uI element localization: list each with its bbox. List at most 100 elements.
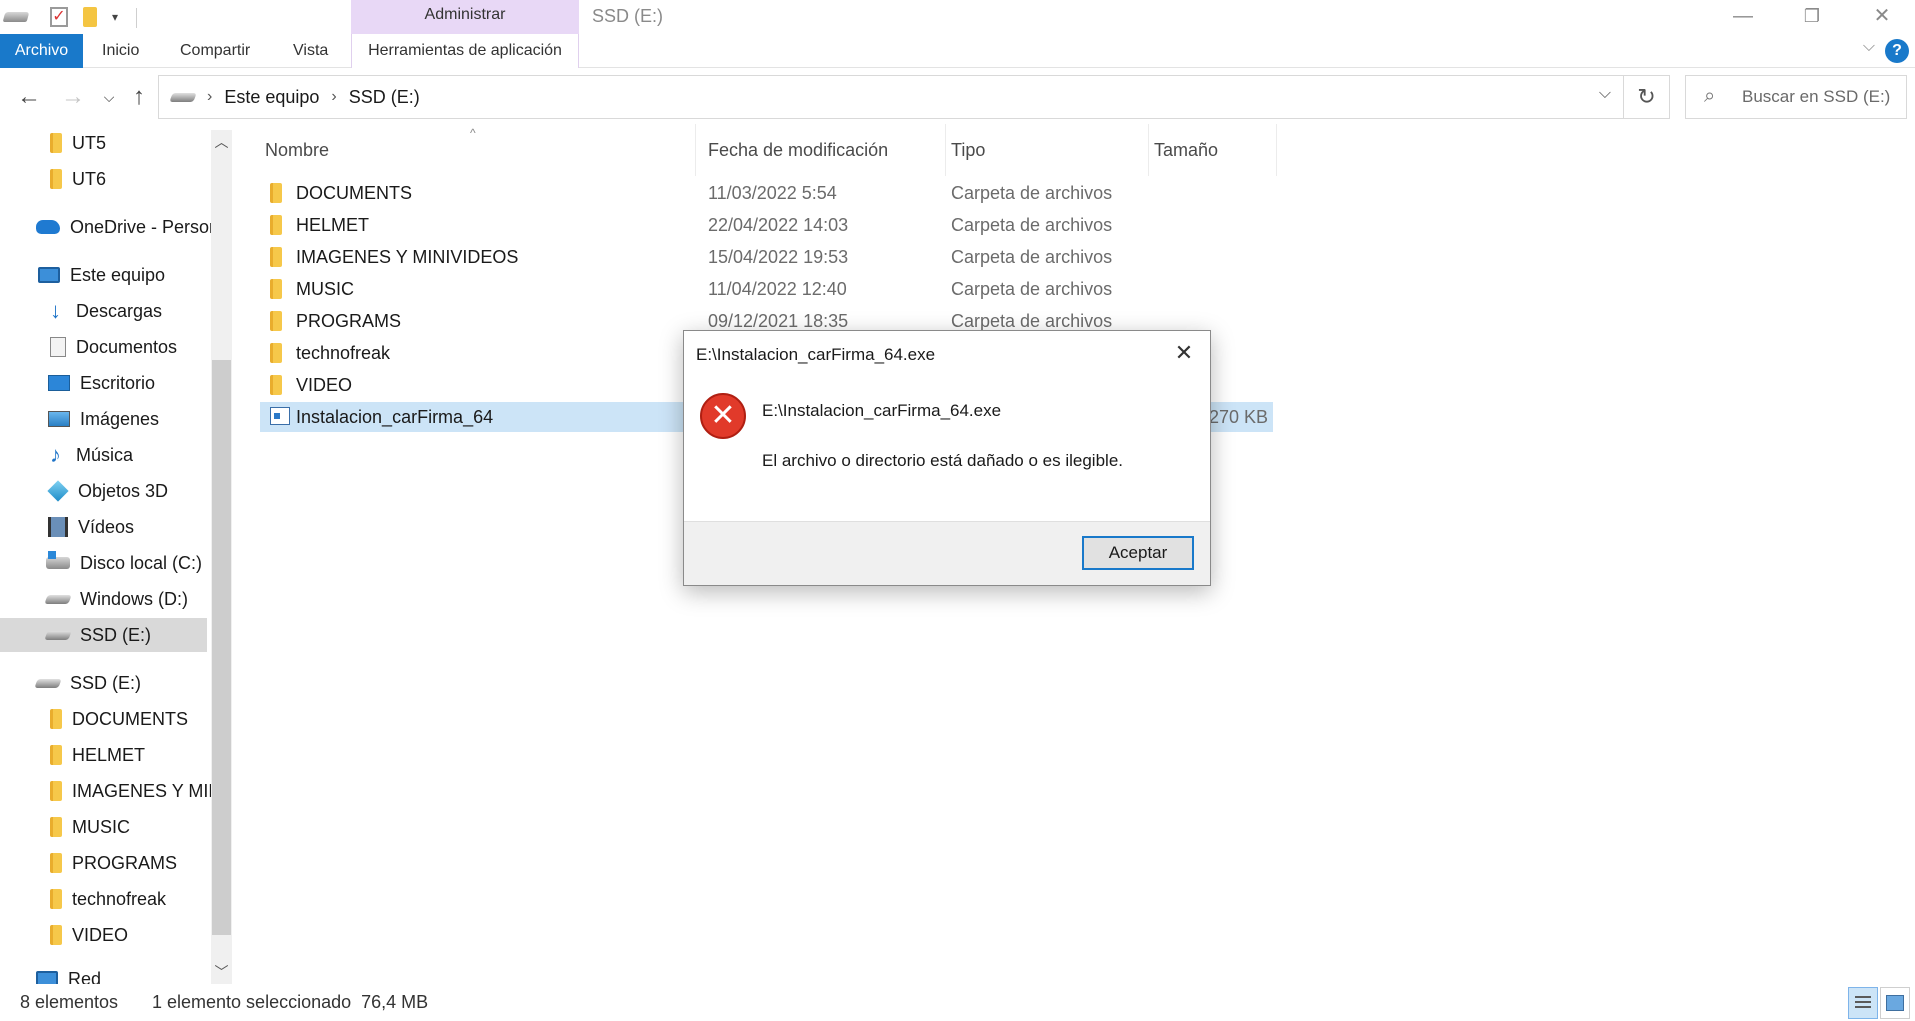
minimize-icon[interactable]: — (1715, 2, 1771, 32)
nav-item-imagenes[interactable]: Imágenes (48, 402, 159, 436)
close-icon[interactable]: ✕ (1166, 337, 1202, 369)
nav-item-objetos-3d[interactable]: Objetos 3D (47, 474, 168, 508)
file-row[interactable]: MUSIC 11/04/2022 12:40 Carpeta de archiv… (260, 274, 1273, 304)
scroll-down-icon[interactable]: ﹀ (211, 962, 232, 982)
customize-quick-access-icon[interactable]: ▾ (108, 6, 122, 28)
address-history-chevron-icon[interactable]: ⌵ (1599, 85, 1611, 103)
properties-icon[interactable]: ✓ (48, 6, 70, 28)
up-arrow-icon[interactable]: ↑ (124, 82, 154, 112)
nav-item-label: Descargas (76, 300, 163, 321)
new-folder-icon[interactable] (82, 6, 98, 28)
nav-item-ssd-e-root[interactable]: SSD (E:) (34, 666, 141, 700)
recent-locations-chevron-icon[interactable]: ⌵ (94, 82, 124, 112)
folder-icon (270, 375, 282, 395)
folder-icon (270, 343, 282, 363)
column-header-fecha[interactable]: Fecha de modificación (703, 124, 946, 176)
nav-item-documents[interactable]: DOCUMENTS (50, 702, 188, 736)
forward-arrow-icon[interactable]: → (58, 82, 88, 112)
nav-item-documentos[interactable]: Documentos (50, 330, 177, 364)
search-input[interactable] (1742, 84, 1902, 110)
error-dialog: E:\Instalacion_carFirma_64.exe ✕ ✕ E:\In… (683, 330, 1211, 586)
quick-access-divider (136, 8, 137, 28)
nav-item-videos[interactable]: Vídeos (48, 510, 134, 544)
accept-button[interactable]: Aceptar (1082, 536, 1194, 570)
close-icon[interactable]: ✕ (1854, 2, 1910, 32)
drive-icon[interactable] (2, 6, 30, 28)
folder-icon (50, 925, 62, 945)
column-header-tamano[interactable]: Tamaño (1149, 124, 1277, 176)
tab-vista[interactable]: Vista (279, 34, 342, 68)
nav-item-imagenes-y-minivideos[interactable]: IMAGENES Y MINIVIDEOS (50, 774, 232, 808)
nav-item-descargas[interactable]: ↓ Descargas (50, 294, 162, 328)
nav-item-onedrive[interactable]: OneDrive - Personal (36, 210, 232, 244)
nav-item-ut6[interactable]: UT6 (50, 162, 106, 196)
file-name: MUSIC (296, 279, 354, 299)
file-name: PROGRAMS (296, 311, 402, 331)
nav-item-music[interactable]: MUSIC (50, 810, 130, 844)
file-row[interactable]: DOCUMENTS 11/03/2022 5:54 Carpeta de arc… (260, 178, 1273, 208)
nav-item-label: Disco local (C:) (80, 552, 203, 573)
restore-icon[interactable]: ❐ (1784, 2, 1840, 32)
back-arrow-icon[interactable]: ← (14, 82, 44, 112)
nav-item-label: Documentos (76, 336, 178, 357)
nav-item-este-equipo[interactable]: Este equipo (38, 258, 165, 292)
help-icon[interactable]: ? (1885, 39, 1909, 63)
nav-item-label: UT5 (72, 132, 107, 153)
file-row[interactable]: IMAGENES Y MINIVIDEOS 15/04/2022 19:53 C… (260, 242, 1273, 272)
status-bar: 8 elementos 1 elemento seleccionado 76,4… (0, 986, 1915, 1021)
nav-item-label: DOCUMENTS (72, 708, 188, 729)
column-header-nombre[interactable]: Nombre ^ (260, 124, 696, 176)
nav-item-escritorio[interactable]: Escritorio (48, 366, 155, 400)
column-header-tipo[interactable]: Tipo (946, 124, 1149, 176)
nav-item-helmet[interactable]: HELMET (50, 738, 145, 772)
file-name: HELMET (296, 215, 370, 235)
folder-icon (270, 247, 282, 267)
ribbon-tabs: Archivo Inicio Compartir Vista Herramien… (0, 34, 1915, 68)
file-name: technofreak (296, 343, 391, 363)
details-view-icon[interactable] (1848, 987, 1878, 1019)
breadcrumb-ssd[interactable]: SSD (E:) (349, 87, 420, 108)
chevron-right-icon[interactable]: › (207, 88, 212, 106)
tab-inicio[interactable]: Inicio (88, 34, 153, 68)
cloud-icon (36, 220, 60, 234)
nav-item-technofreak[interactable]: technofreak (50, 882, 166, 916)
nav-item-label: Vídeos (78, 516, 135, 537)
chevron-down-icon[interactable]: ⌵ (1863, 38, 1875, 56)
tab-herramientas-de-aplicacion[interactable]: Herramientas de aplicación (351, 34, 579, 68)
breadcrumb: › Este equipo › SSD (E:) (169, 76, 420, 118)
nav-item-musica[interactable]: ♪ Música (50, 438, 133, 472)
scrollbar-thumb[interactable] (212, 360, 231, 935)
nav-item-windows-d[interactable]: Windows (D:) (44, 582, 189, 616)
video-icon (48, 517, 68, 537)
tab-archivo[interactable]: Archivo (0, 34, 83, 68)
file-date: 22/04/2022 14:03 (708, 215, 849, 235)
search-box[interactable]: ⌕ (1685, 75, 1907, 119)
nav-item-ssd-e[interactable]: SSD (E:) (0, 618, 207, 652)
error-icon: ✕ (700, 393, 746, 439)
refresh-icon[interactable]: ↻ (1624, 75, 1670, 119)
large-icons-view-icon[interactable] (1880, 987, 1910, 1019)
folder-icon (50, 169, 62, 189)
file-row[interactable]: HELMET 22/04/2022 14:03 Carpeta de archi… (260, 210, 1273, 240)
nav-item-red[interactable]: Red (36, 962, 101, 984)
nav-item-label: Windows (D:) (80, 588, 189, 609)
folder-icon (50, 817, 62, 837)
window-title: SSD (E:) (592, 6, 664, 26)
nav-item-ut5[interactable]: UT5 (50, 126, 106, 160)
pc-icon (38, 267, 60, 283)
address-bar[interactable]: › Este equipo › SSD (E:) ⌵ (158, 75, 1624, 119)
nav-item-video[interactable]: VIDEO (50, 918, 128, 952)
dialog-message: El archivo o directorio está dañado o es… (762, 451, 1123, 470)
file-name: IMAGENES Y MINIVIDEOS (296, 247, 519, 267)
chevron-right-icon[interactable]: › (331, 88, 336, 106)
nav-item-label: Imágenes (80, 408, 160, 429)
breadcrumb-este-equipo[interactable]: Este equipo (224, 87, 319, 108)
navigation-pane-scrollbar[interactable]: ︿ ﹀ (211, 130, 232, 984)
navigation-pane: UT5 UT6 OneDrive - Personal Este equipo … (0, 124, 232, 984)
nav-item-programs[interactable]: PROGRAMS (50, 846, 177, 880)
scroll-up-icon[interactable]: ︿ (211, 132, 232, 152)
tab-compartir[interactable]: Compartir (166, 34, 264, 68)
folder-icon (270, 215, 282, 235)
nav-item-disco-local-c[interactable]: Disco local (C:) (46, 546, 202, 580)
title-bar: ✓ ▾ Administrar SSD (E:) — ❐ ✕ (0, 0, 1915, 34)
